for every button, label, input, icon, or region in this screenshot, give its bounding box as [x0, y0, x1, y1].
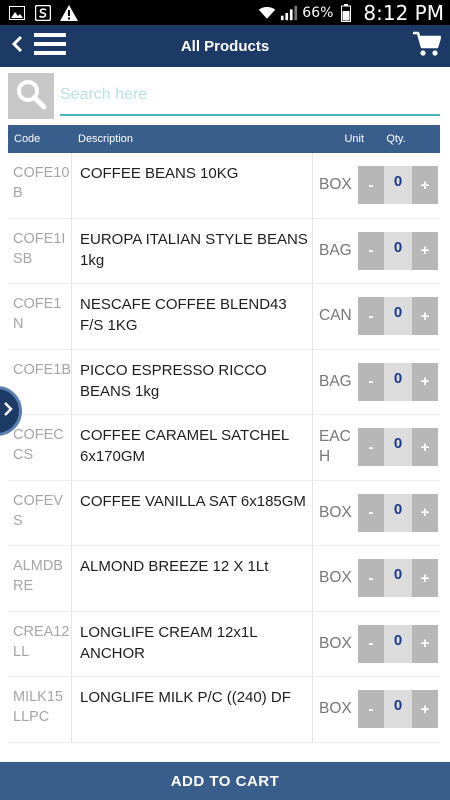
back-button[interactable]: [2, 25, 32, 67]
product-description: NESCAFE COFFEE BLEND43 F/S 1KG: [80, 296, 287, 334]
product-unit: BAG: [312, 349, 358, 414]
app-header: All Products: [0, 25, 450, 67]
quantity-value[interactable]: 0: [384, 559, 412, 598]
increment-button[interactable]: +: [412, 362, 438, 401]
quantity-stepper: - 0 +: [358, 415, 440, 480]
quantity-value[interactable]: 0: [384, 493, 412, 532]
product-description: LONGLIFE MILK P/C ((240) DF: [80, 689, 291, 706]
battery-icon: [337, 3, 355, 22]
wifi-icon: [258, 5, 276, 21]
s-app-icon: [34, 4, 52, 21]
decrement-button[interactable]: -: [358, 493, 384, 532]
signal-icon: [280, 5, 298, 21]
increment-button[interactable]: +: [412, 624, 438, 663]
quantity-value[interactable]: 0: [384, 624, 412, 663]
search-bar: [8, 72, 440, 120]
decrement-button[interactable]: -: [358, 362, 384, 401]
table-row: ALMDBRE ALMOND BREEZE 12 X 1Lt BOX - 0 +: [8, 546, 440, 612]
product-unit: BOX: [312, 546, 358, 611]
clock: 8:12 PM: [363, 0, 444, 25]
decrement-button[interactable]: -: [358, 624, 384, 663]
decrement-button[interactable]: -: [358, 690, 384, 729]
battery-percent: 66%: [302, 4, 334, 21]
product-unit: CAN: [312, 284, 358, 349]
product-code: COFE10B: [8, 153, 72, 218]
decrement-button[interactable]: -: [358, 297, 384, 336]
increment-button[interactable]: +: [412, 297, 438, 336]
quantity-value[interactable]: 0: [384, 231, 412, 270]
add-to-cart-button[interactable]: ADD TO CART: [0, 762, 450, 800]
quantity-stepper: - 0 +: [358, 481, 440, 546]
product-unit: BOX: [312, 677, 358, 742]
column-header-code: Code: [14, 133, 41, 145]
product-unit: EACH: [312, 415, 358, 480]
image-icon: [8, 5, 26, 21]
quantity-stepper: - 0 +: [358, 153, 440, 218]
table-row: COFE1B PICCO ESPRESSO RICCO BEANS 1kg BA…: [8, 349, 440, 415]
menu-button[interactable]: [32, 25, 68, 67]
table-row: COFEVS COFFEE VANILLA SAT 6x185GM BOX - …: [8, 480, 440, 546]
product-description: COFFEE VANILLA SAT 6x185GM: [80, 492, 306, 510]
product-description: PICCO ESPRESSO RICCO BEANS 1kg: [80, 361, 267, 400]
increment-button[interactable]: +: [412, 428, 438, 467]
back-arrow-icon: [11, 35, 23, 58]
quantity-stepper: - 0 +: [358, 219, 440, 284]
increment-button[interactable]: +: [412, 690, 438, 729]
product-description: ALMOND BREEZE 12 X 1Lt: [80, 558, 269, 575]
product-code: ALMDBRE: [8, 546, 72, 611]
column-header-unit: Unit: [344, 133, 364, 145]
table-row: COFECCS COFFEE CARAMEL SATCHEL 6x170GM E…: [8, 415, 440, 481]
product-code: CREA12LL: [8, 611, 72, 676]
decrement-button[interactable]: -: [358, 231, 384, 270]
column-header-qty: Qty.: [386, 133, 406, 145]
decrement-button[interactable]: -: [358, 166, 384, 205]
table-row: MILK15LLPC LONGLIFE MILK P/C ((240) DF B…: [8, 677, 440, 743]
status-bar: 66% 8:12 PM: [0, 0, 450, 25]
product-description: COFFEE BEANS 10KG: [80, 165, 239, 182]
product-code: COFEVS: [8, 480, 72, 545]
search-input[interactable]: [60, 76, 440, 116]
search-icon: [15, 78, 47, 115]
product-unit: BOX: [312, 611, 358, 676]
product-description: EUROPA ITALIAN STYLE BEANS 1kg: [80, 230, 308, 269]
quantity-value[interactable]: 0: [384, 362, 412, 401]
table-row: COFE1ISB EUROPA ITALIAN STYLE BEANS 1kg …: [8, 218, 440, 284]
decrement-button[interactable]: -: [358, 428, 384, 467]
product-code: COFE1N: [8, 284, 72, 349]
product-description: LONGLIFE CREAM 12x1L ANCHOR: [80, 623, 258, 662]
search-button[interactable]: [8, 73, 54, 119]
product-description: COFFEE CARAMEL SATCHEL 6x170GM: [80, 427, 289, 465]
product-list[interactable]: COFE10B COFFEE BEANS 10KG BOX - 0 + COFE…: [8, 153, 440, 762]
column-header-description: Description: [78, 133, 134, 145]
increment-button[interactable]: +: [412, 231, 438, 270]
product-code: COFE1ISB: [8, 218, 72, 283]
quantity-stepper: - 0 +: [358, 350, 440, 415]
product-code: MILK15LLPC: [8, 677, 72, 742]
cart-button[interactable]: [412, 31, 442, 61]
product-unit: BAG: [312, 218, 358, 283]
chevron-right-icon: [3, 401, 13, 422]
quantity-value[interactable]: 0: [384, 428, 412, 467]
quantity-value[interactable]: 0: [384, 297, 412, 336]
product-unit: BOX: [312, 480, 358, 545]
increment-button[interactable]: +: [412, 559, 438, 598]
hamburger-menu-icon: [34, 32, 66, 61]
increment-button[interactable]: +: [412, 166, 438, 205]
quantity-stepper: - 0 +: [358, 284, 440, 349]
table-row: CREA12LL LONGLIFE CREAM 12x1L ANCHOR BOX…: [8, 611, 440, 677]
warning-icon: [60, 4, 78, 21]
decrement-button[interactable]: -: [358, 559, 384, 598]
table-header: Code Description Unit Qty.: [8, 125, 440, 153]
product-unit: BOX: [312, 153, 358, 218]
quantity-stepper: - 0 +: [358, 612, 440, 677]
table-row: COFE1N NESCAFE COFFEE BLEND43 F/S 1KG CA…: [8, 284, 440, 350]
quantity-stepper: - 0 +: [358, 546, 440, 611]
increment-button[interactable]: +: [412, 493, 438, 532]
table-row: COFE10B COFFEE BEANS 10KG BOX - 0 +: [8, 153, 440, 219]
quantity-value[interactable]: 0: [384, 166, 412, 205]
quantity-stepper: - 0 +: [358, 677, 440, 742]
quantity-value[interactable]: 0: [384, 690, 412, 729]
shopping-cart-icon: [413, 31, 442, 62]
